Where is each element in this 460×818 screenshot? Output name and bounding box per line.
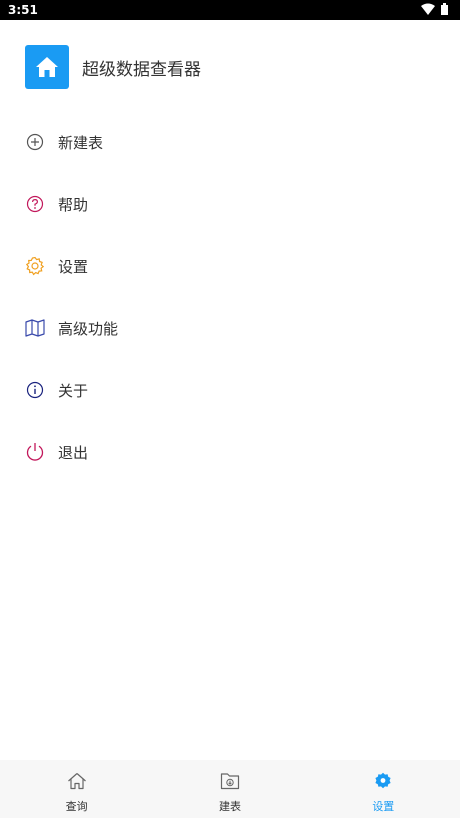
- tab-create-table[interactable]: 建表: [153, 760, 306, 818]
- tab-query[interactable]: 查询: [0, 760, 153, 818]
- question-circle-icon: [25, 194, 45, 214]
- bottom-tab-bar: 查询 建表 设置: [0, 760, 460, 818]
- menu-item-label: 关于: [58, 381, 89, 400]
- status-time: 3:51: [8, 3, 38, 17]
- tab-label: 设置: [372, 800, 395, 813]
- menu-item-new-table[interactable]: 新建表: [0, 111, 460, 173]
- status-icons: [421, 3, 448, 15]
- menu-item-settings[interactable]: 设置: [0, 235, 460, 297]
- tab-label: 建表: [218, 800, 241, 813]
- menu-item-label: 高级功能: [58, 319, 119, 338]
- menu-item-advanced[interactable]: 高级功能: [0, 297, 460, 359]
- info-circle-icon: [25, 380, 45, 400]
- folder-download-icon: [220, 772, 240, 794]
- app-header: 超级数据查看器: [25, 45, 201, 89]
- status-bar: 3:51: [0, 0, 460, 20]
- plus-circle-icon: [25, 132, 45, 152]
- tab-settings[interactable]: 设置: [307, 760, 460, 818]
- menu-item-label: 退出: [58, 443, 89, 462]
- app-title: 超级数据查看器: [82, 59, 201, 80]
- tab-label: 查询: [65, 800, 88, 813]
- drawer-menu: 新建表 帮助 设置 高级功能 关于 退出: [0, 111, 460, 483]
- menu-item-label: 新建表: [58, 133, 104, 152]
- battery-icon: [441, 3, 448, 15]
- wifi-icon: [421, 3, 435, 15]
- power-icon: [25, 442, 45, 462]
- home-outline-icon: [67, 772, 87, 794]
- map-icon: [25, 318, 45, 338]
- menu-item-label: 设置: [58, 257, 89, 276]
- menu-item-label: 帮助: [58, 195, 89, 214]
- menu-item-about[interactable]: 关于: [0, 359, 460, 421]
- home-icon: [25, 45, 69, 89]
- gear-filled-icon: [373, 772, 393, 794]
- menu-item-exit[interactable]: 退出: [0, 421, 460, 483]
- menu-item-help[interactable]: 帮助: [0, 173, 460, 235]
- gear-icon: [25, 256, 45, 276]
